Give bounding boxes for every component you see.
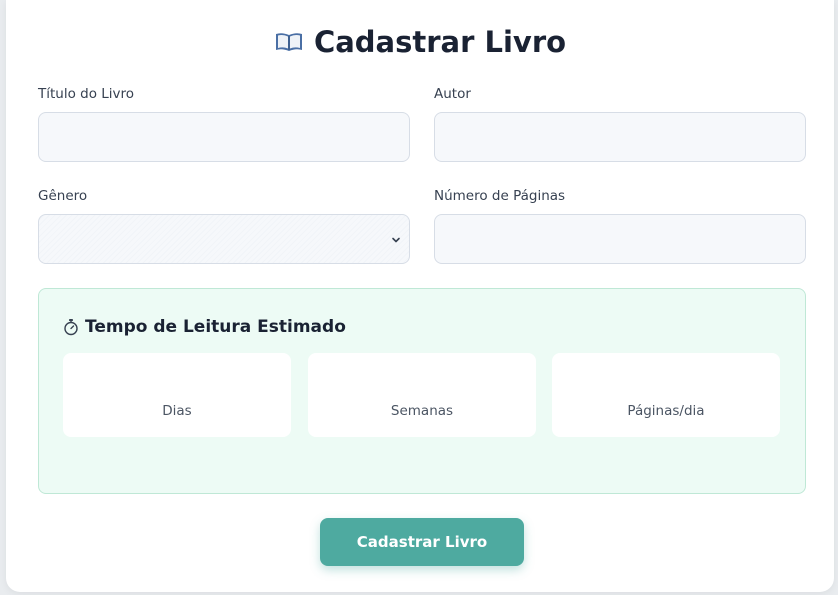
reading-time-panel: Tempo de Leitura Estimado Dias Semanas P… <box>38 288 806 494</box>
stopwatch-icon <box>64 319 78 336</box>
submit-button[interactable]: Cadastrar Livro <box>320 518 524 566</box>
pages-per-day-stat-box: Páginas/dia <box>552 353 780 437</box>
weeks-stat-label: Semanas <box>390 403 454 419</box>
pages-field-label: Número de Páginas <box>434 188 566 204</box>
page-count-input[interactable] <box>434 214 806 264</box>
days-stat-label: Dias <box>162 403 192 419</box>
chevron-down-icon <box>392 237 400 243</box>
genre-select[interactable] <box>38 214 410 264</box>
page-title: Cadastrar Livro <box>6 24 834 60</box>
author-input[interactable] <box>434 112 806 162</box>
form-card: Cadastrar Livro Título do Livro Autor Gê… <box>6 0 834 592</box>
title-field-label: Título do Livro <box>38 86 135 102</box>
genre-field-label: Gênero <box>38 188 88 204</box>
author-field-label: Autor <box>434 86 471 102</box>
reading-time-title-text: Tempo de Leitura Estimado <box>85 317 346 337</box>
page-title-text: Cadastrar Livro <box>313 25 567 59</box>
weeks-stat-box: Semanas <box>308 353 536 437</box>
days-stat-box: Dias <box>63 353 291 437</box>
pages-per-day-stat-label: Páginas/dia <box>627 403 705 419</box>
book-title-input[interactable] <box>38 112 410 162</box>
reading-time-title: Tempo de Leitura Estimado <box>63 317 346 337</box>
open-book-icon <box>275 33 302 51</box>
